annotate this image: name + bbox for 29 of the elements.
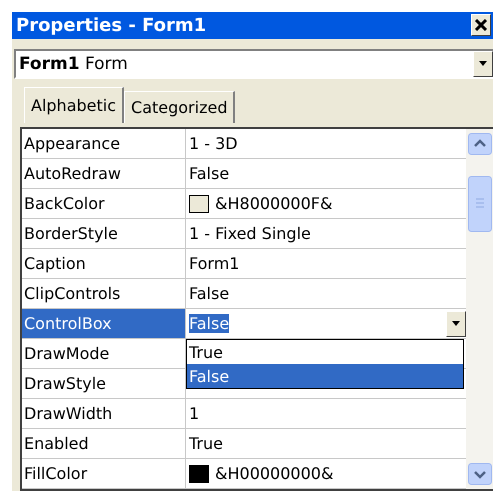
- caret-icon: [452, 321, 460, 326]
- close-button[interactable]: [471, 14, 491, 36]
- property-value[interactable]: &H8000000F&: [215, 194, 332, 213]
- property-name[interactable]: Appearance: [22, 129, 186, 158]
- scroll-up-icon[interactable]: [468, 133, 492, 155]
- property-value[interactable]: True: [189, 434, 223, 453]
- scroll-down-icon[interactable]: [468, 463, 492, 485]
- dropdown-button[interactable]: [446, 310, 466, 336]
- tab[interactable]: Alphabetic: [24, 87, 124, 123]
- property-value[interactable]: False: [189, 164, 230, 183]
- property-value[interactable]: &H00000000&: [215, 464, 334, 483]
- tab[interactable]: Categorized: [124, 91, 236, 123]
- property-name[interactable]: Caption: [22, 249, 186, 278]
- dropdown-option[interactable]: False: [187, 364, 463, 388]
- property-name[interactable]: AutoRedraw: [22, 159, 186, 188]
- property-value[interactable]: 1 - Fixed Single: [189, 224, 311, 243]
- scroll-thumb[interactable]: [468, 176, 492, 232]
- property-value[interactable]: False: [189, 314, 230, 333]
- object-selector[interactable]: Form1 Form: [14, 48, 493, 79]
- property-value[interactable]: Form1: [189, 254, 240, 273]
- property-value[interactable]: 1: [189, 404, 200, 423]
- caret-icon: [479, 61, 487, 66]
- property-value[interactable]: 1 - 3D: [189, 134, 238, 153]
- property-name[interactable]: ControlBox: [22, 309, 186, 338]
- close-icon: [475, 19, 487, 32]
- dropdown-button[interactable]: [473, 50, 493, 77]
- property-name[interactable]: ClipControls: [22, 279, 186, 308]
- property-value[interactable]: False: [189, 284, 230, 303]
- window-title: Properties - Form1: [16, 14, 206, 36]
